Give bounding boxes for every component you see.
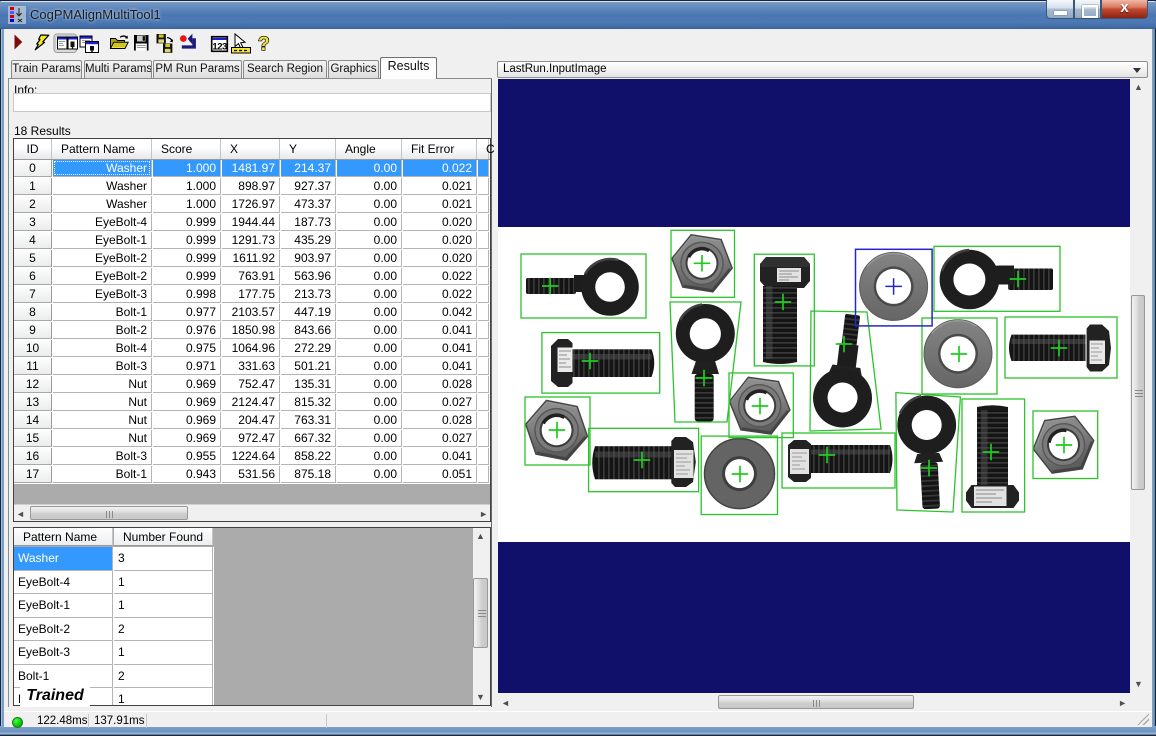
svg-text:?: ?: [258, 34, 270, 55]
svg-text:123: 123: [212, 42, 227, 53]
